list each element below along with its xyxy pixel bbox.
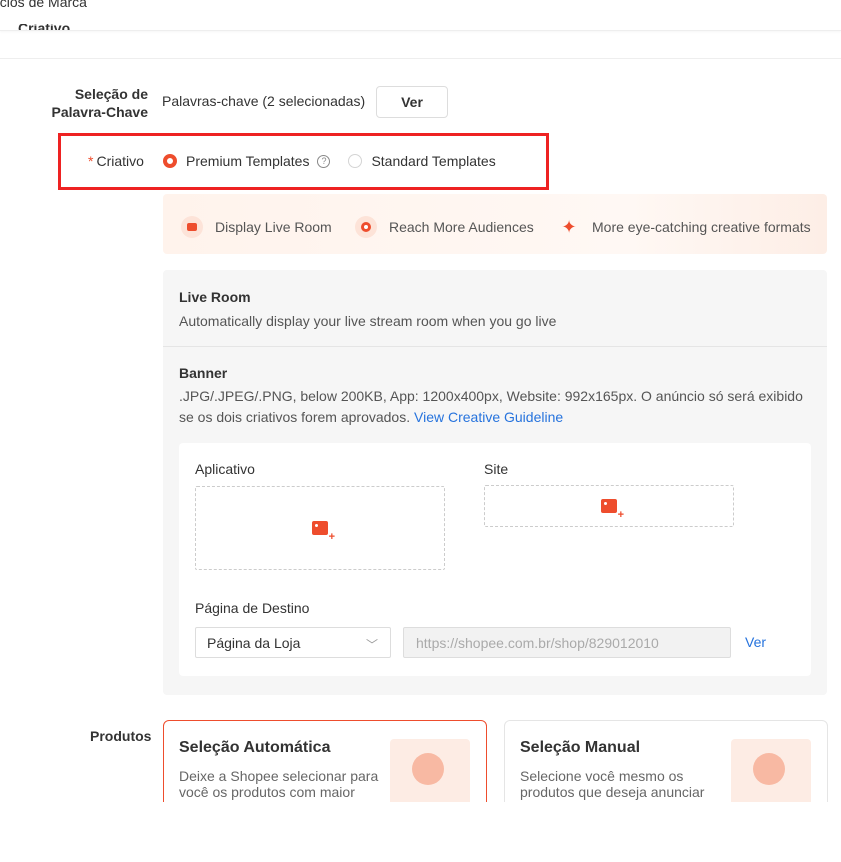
site-banner-upload[interactable] — [484, 485, 734, 527]
required-mark: * — [88, 153, 94, 169]
benefit-label: More eye-catching creative formats — [592, 219, 811, 235]
premium-templates-radio[interactable] — [163, 154, 177, 168]
app-banner-upload[interactable] — [195, 486, 445, 570]
breadcrumb[interactable]: ncios de Marca — [0, 0, 87, 10]
add-image-icon — [312, 521, 335, 543]
chevron-down-icon: ﹀ — [365, 638, 378, 652]
premium-templates-label[interactable]: Premium Templates — [186, 153, 309, 169]
template-radio-group: Premium Templates ? Standard Templates — [163, 153, 496, 169]
landing-url-value: https://shopee.com.br/shop/829012010 — [416, 634, 659, 651]
benefit-reach-audiences: Reach More Audiences — [355, 216, 534, 238]
sparkle-icon: ✦ — [561, 216, 577, 237]
site-label: Site — [484, 461, 509, 477]
standard-templates-label[interactable]: Standard Templates — [371, 153, 495, 169]
products-label: Produtos — [90, 728, 152, 744]
criativo-label: * Criativo — [88, 153, 144, 169]
premium-benefits-banner: Display Live Room Reach More Audiences ✦… — [163, 194, 827, 254]
landing-page-select[interactable]: Página da Loja ﹀ — [195, 627, 391, 658]
rocket-icon — [390, 739, 470, 809]
banner-title: Banner — [179, 365, 228, 381]
benefit-label: Display Live Room — [215, 219, 332, 235]
app-label: Aplicativo — [195, 461, 255, 477]
live-room-icon — [181, 216, 203, 238]
page-bottom — [0, 802, 841, 862]
landing-page-value: Página da Loja — [207, 634, 301, 651]
banner-upload-panel: Aplicativo Site Página de Destino Página… — [179, 443, 811, 676]
live-room-title: Live Room — [179, 289, 251, 305]
help-icon[interactable]: ? — [317, 154, 331, 168]
auto-selection-title: Seleção Automática — [179, 739, 331, 756]
keyword-count-text: Palavras-chave (2 selecionadas) — [162, 93, 366, 109]
keyword-selection-label: Seleção de Palavra-Chave — [51, 86, 148, 120]
standard-templates-radio[interactable] — [348, 154, 363, 168]
divider — [0, 58, 841, 59]
top-header: ncios de Marca Criativo — [0, 0, 841, 31]
benefit-display-live-room: Display Live Room — [181, 216, 332, 238]
criativo-label-text: Criativo — [96, 153, 144, 169]
section-title: Criativo — [18, 24, 70, 30]
manual-selection-title: Seleção Manual — [520, 739, 641, 756]
benefit-creative-formats: ✦ More eye-catching creative formats — [558, 216, 811, 238]
live-room-desc: Automatically display your live stream r… — [179, 313, 557, 329]
view-keywords-button[interactable]: Ver — [376, 86, 448, 118]
landing-url-field[interactable]: https://shopee.com.br/shop/829012010 — [403, 627, 731, 658]
eye-icon — [355, 216, 377, 238]
view-landing-link[interactable]: Ver — [745, 634, 766, 650]
benefit-label: Reach More Audiences — [389, 219, 534, 235]
banner-desc: .JPG/.JPEG/.PNG, below 200KB, App: 1200x… — [179, 386, 819, 428]
divider — [163, 346, 827, 347]
auto-selection-desc: Deixe a Shopee selecionar para você os p… — [179, 768, 379, 800]
creative-guideline-link[interactable]: View Creative Guideline — [414, 409, 563, 425]
gear-hand-icon — [731, 739, 811, 809]
creative-card: Live Room Automatically display your liv… — [163, 270, 827, 695]
add-image-icon — [601, 499, 624, 521]
manual-selection-desc: Selecione você mesmo os produtos que des… — [520, 768, 705, 800]
landing-page-label: Página de Destino — [195, 600, 310, 616]
